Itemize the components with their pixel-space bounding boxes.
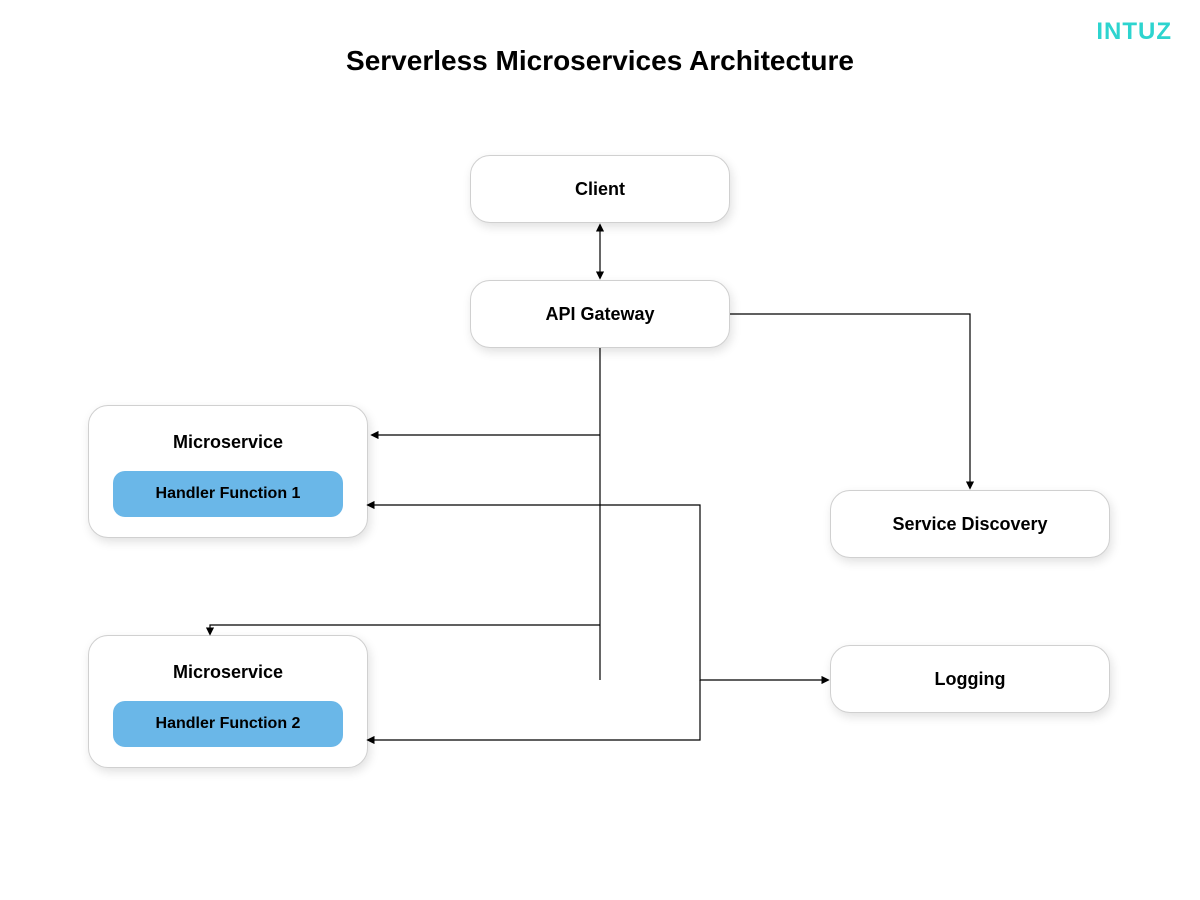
edge-trunk-microservice2	[210, 625, 600, 634]
node-client-label: Client	[575, 179, 625, 200]
microservice-2-title: Microservice	[173, 662, 283, 683]
brand-logo: INTUZ	[1096, 18, 1172, 46]
node-microservice-2: Microservice Handler Function 2	[88, 635, 368, 768]
node-api-gateway-label: API Gateway	[545, 304, 654, 325]
node-service-discovery: Service Discovery	[830, 490, 1110, 558]
microservice-1-title: Microservice	[173, 432, 283, 453]
edge-handler2-logging	[368, 680, 700, 740]
diagram-title: Serverless Microservices Architecture	[346, 45, 854, 77]
node-logging: Logging	[830, 645, 1110, 713]
node-service-discovery-label: Service Discovery	[892, 514, 1047, 535]
edge-handler1-logging	[368, 505, 828, 680]
handler-function-2: Handler Function 2	[113, 701, 343, 747]
edge-apigateway-servicediscovery	[730, 314, 970, 488]
node-api-gateway: API Gateway	[470, 280, 730, 348]
node-microservice-1: Microservice Handler Function 1	[88, 405, 368, 538]
node-logging-label: Logging	[935, 669, 1006, 690]
node-client: Client	[470, 155, 730, 223]
handler-function-1: Handler Function 1	[113, 471, 343, 517]
